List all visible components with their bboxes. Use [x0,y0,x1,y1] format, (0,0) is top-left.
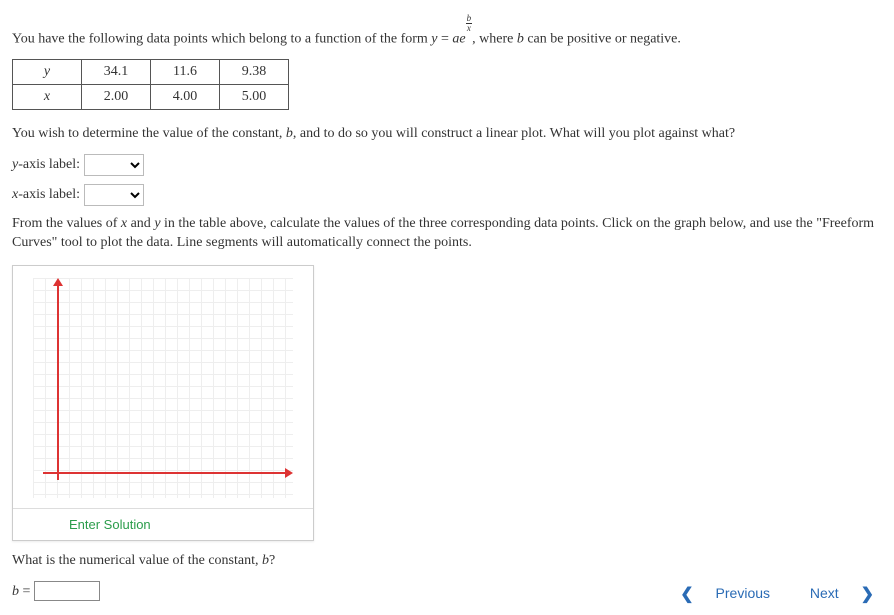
b-value-input[interactable] [34,581,100,601]
cell-x-0: 2.00 [82,85,151,110]
graph-canvas[interactable] [33,278,293,498]
next-label: Next [810,585,839,601]
previous-label: Previous [716,585,770,601]
question-a: What is the numerical value of the const… [12,553,262,568]
intro-part-b: , where [472,32,517,47]
cell-x-1: 4.00 [151,85,220,110]
intro-part-a: You have the following data points which… [12,32,431,47]
data-table: y 34.1 11.6 9.38 x 2.00 4.00 5.00 [12,59,289,110]
question-c: ? [269,553,275,568]
para3-and: and [127,216,154,231]
intro-text: You have the following data points which… [12,14,882,49]
b-var: b [12,584,19,599]
question-b: b [262,553,269,568]
eq-equals: = [438,32,453,47]
enter-solution-button[interactable]: Enter Solution [13,508,313,540]
para2-a: You wish to determine the value of the c… [12,126,286,141]
graph-panel: Enter Solution [12,265,314,541]
x-axis-text: -axis label: [18,187,80,202]
para3-a: From the values of [12,216,121,231]
y-axis-row: y-axis label: [12,154,882,176]
question: What is the numerical value of the const… [12,551,882,571]
cell-y-2: 9.38 [220,60,289,85]
row-x-label: x [13,85,82,110]
next-button[interactable]: Next ❯ [792,585,874,601]
y-axis-line [57,284,59,480]
intro-part-c: can be positive or negative. [524,32,681,47]
para2-b: b [286,126,293,141]
para-3: From the values of x and y in the table … [12,214,882,253]
cell-y-1: 11.6 [151,60,220,85]
x-axis-select[interactable] [84,184,144,206]
nav-buttons: ❮ Previous Next ❯ [644,584,874,604]
row-y-label: y [13,60,82,85]
x-axis-row: x-axis label: [12,184,882,206]
b-equals: = [19,584,34,599]
chevron-left-icon: ❮ [680,586,693,603]
cell-x-2: 5.00 [220,85,289,110]
eq-ae: ae [452,32,465,47]
cell-y-0: 34.1 [82,60,151,85]
para-2: You wish to determine the value of the c… [12,124,882,144]
intro-b-var: b [517,32,524,47]
x-axis-line [43,472,287,474]
y-axis-text: -axis label: [18,157,80,172]
para2-c: , and to do so you will construct a line… [293,126,735,141]
y-axis-select[interactable] [84,154,144,176]
previous-button[interactable]: ❮ Previous [662,585,770,601]
chevron-right-icon: ❯ [861,586,874,603]
